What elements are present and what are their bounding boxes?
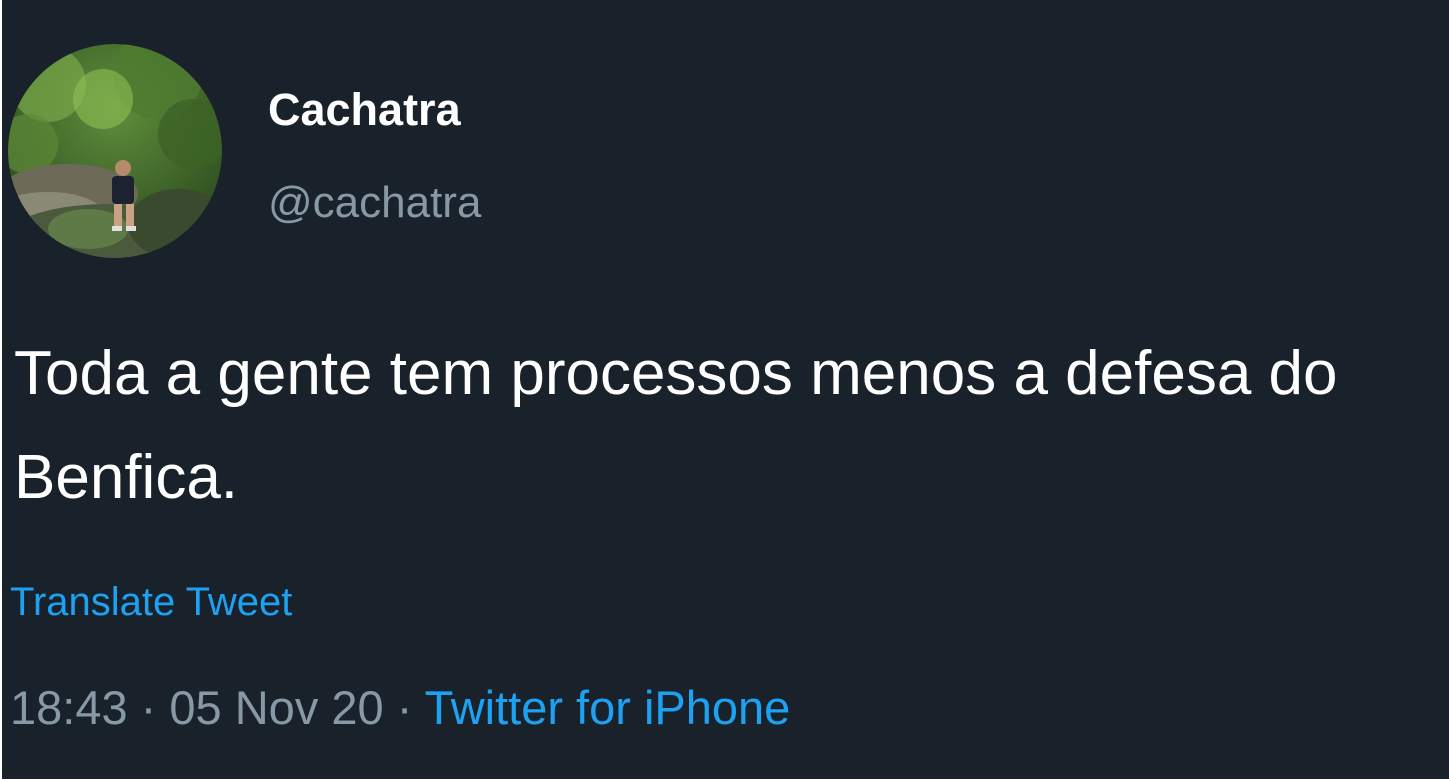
tweet-time[interactable]: 18:43	[10, 681, 128, 734]
tweet-metadata: 18:43 · 05 Nov 20 · Twitter for iPhone	[10, 680, 790, 735]
avatar[interactable]	[8, 44, 222, 258]
meta-separator: ·	[127, 681, 170, 734]
avatar-photo-icon	[8, 44, 222, 258]
screenshot-border-left	[0, 0, 2, 781]
meta-separator: ·	[383, 681, 425, 734]
tweet-card: Cachatra @cachatra Toda a gente tem proc…	[0, 0, 1449, 781]
tweet-source-link[interactable]: Twitter for iPhone	[425, 681, 791, 734]
tweet-text: Toda a gente tem processos menos a defes…	[14, 339, 1338, 512]
user-handle[interactable]: @cachatra	[268, 178, 481, 228]
translate-tweet-link[interactable]: Translate Tweet	[10, 580, 292, 625]
display-name[interactable]: Cachatra	[268, 84, 461, 136]
tweet-date[interactable]: 05 Nov 20	[169, 681, 383, 734]
